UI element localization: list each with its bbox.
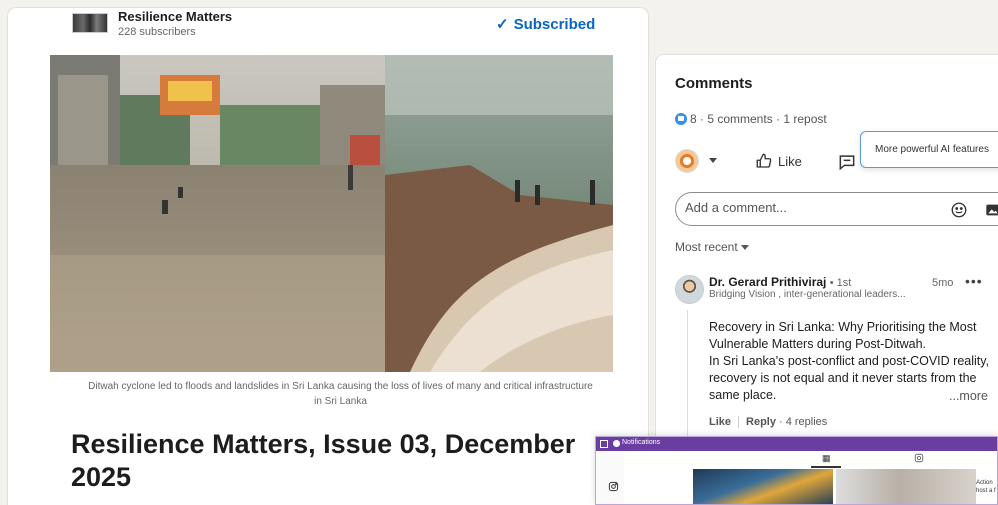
add-comment-box[interactable] (675, 192, 998, 226)
post-thumbnail[interactable] (836, 469, 976, 504)
publication-logo[interactable] (72, 13, 108, 33)
ai-features-tooltip[interactable]: More powerful AI features (860, 131, 998, 168)
instagram-tab-icon[interactable] (914, 453, 924, 463)
comment-time: 5mo (932, 277, 954, 289)
comment-author[interactable]: Dr. Gerard Prithiviraj • 1st (709, 275, 851, 289)
comment-reply-button[interactable]: Reply (746, 416, 776, 428)
comment-like-button[interactable]: Like (709, 416, 731, 428)
article-headline: Resilience Matters, Issue 03, December 2… (71, 429, 576, 492)
thread-line (687, 310, 688, 440)
sort-label: Most recent (675, 240, 738, 254)
image-icon[interactable] (985, 202, 998, 218)
avatar[interactable] (675, 275, 704, 304)
comments-stats-text: 8 · 5 comments · 1 repost (690, 112, 827, 126)
article-hero-image (50, 55, 613, 372)
grid-icon[interactable] (600, 440, 608, 448)
chevron-down-icon[interactable] (709, 158, 717, 163)
app-icon (613, 440, 620, 447)
window-sidebar (596, 451, 624, 504)
like-button[interactable]: Like (755, 149, 802, 173)
comments-title: Comments (675, 75, 753, 92)
thumbs-up-icon (756, 153, 772, 168)
check-icon: ✓ (496, 16, 509, 33)
divider (738, 416, 740, 428)
comments-stats[interactable]: 8 · 5 comments · 1 repost (675, 112, 827, 126)
notifications-window: Notifications ▦ Action host a f (595, 436, 998, 505)
like-label: Like (778, 153, 802, 169)
emoji-icon[interactable] (950, 201, 968, 219)
subscriber-count: 228 subscribers (118, 26, 196, 38)
connection-degree: • 1st (829, 277, 852, 289)
comment-author-name[interactable]: Dr. Gerard Prithiviraj (709, 275, 826, 289)
publication-name[interactable]: Resilience Matters (118, 9, 232, 24)
see-more-link[interactable]: ...more (949, 389, 988, 403)
sort-dropdown[interactable]: Most recent (675, 240, 749, 254)
post-thumbnail[interactable] (693, 469, 833, 504)
image-caption: Ditwah cyclone led to floods and landsli… (88, 381, 593, 407)
more-options-icon[interactable]: ••• (965, 273, 983, 289)
add-comment-input[interactable] (685, 200, 915, 215)
subscribed-label: Subscribed (513, 16, 596, 33)
comment-author-tagline: Bridging Vision , inter-generational lea… (709, 289, 906, 300)
window-title: Notifications (622, 439, 661, 446)
post-text-snippet: Action host a f (976, 480, 996, 494)
reactor-avatar[interactable] (675, 149, 699, 173)
active-tab-indicator (811, 466, 841, 468)
comment-icon[interactable] (837, 152, 857, 172)
instagram-icon[interactable] (608, 481, 619, 492)
comment-actions: Like Reply · 4 replies (709, 416, 827, 428)
publication-header: Resilience Matters 228 subscribers ✓ Subs… (72, 9, 595, 45)
article-card: Resilience Matters 228 subscribers ✓ Subs… (8, 8, 648, 505)
reply-count[interactable]: · 4 replies (779, 416, 827, 428)
like-reaction-icon (675, 113, 687, 125)
chevron-down-icon (740, 244, 749, 250)
window-titlebar: Notifications (596, 437, 997, 451)
grid-tab-icon[interactable]: ▦ (822, 453, 831, 464)
subscribed-button[interactable]: ✓ Subscribed (496, 15, 595, 33)
